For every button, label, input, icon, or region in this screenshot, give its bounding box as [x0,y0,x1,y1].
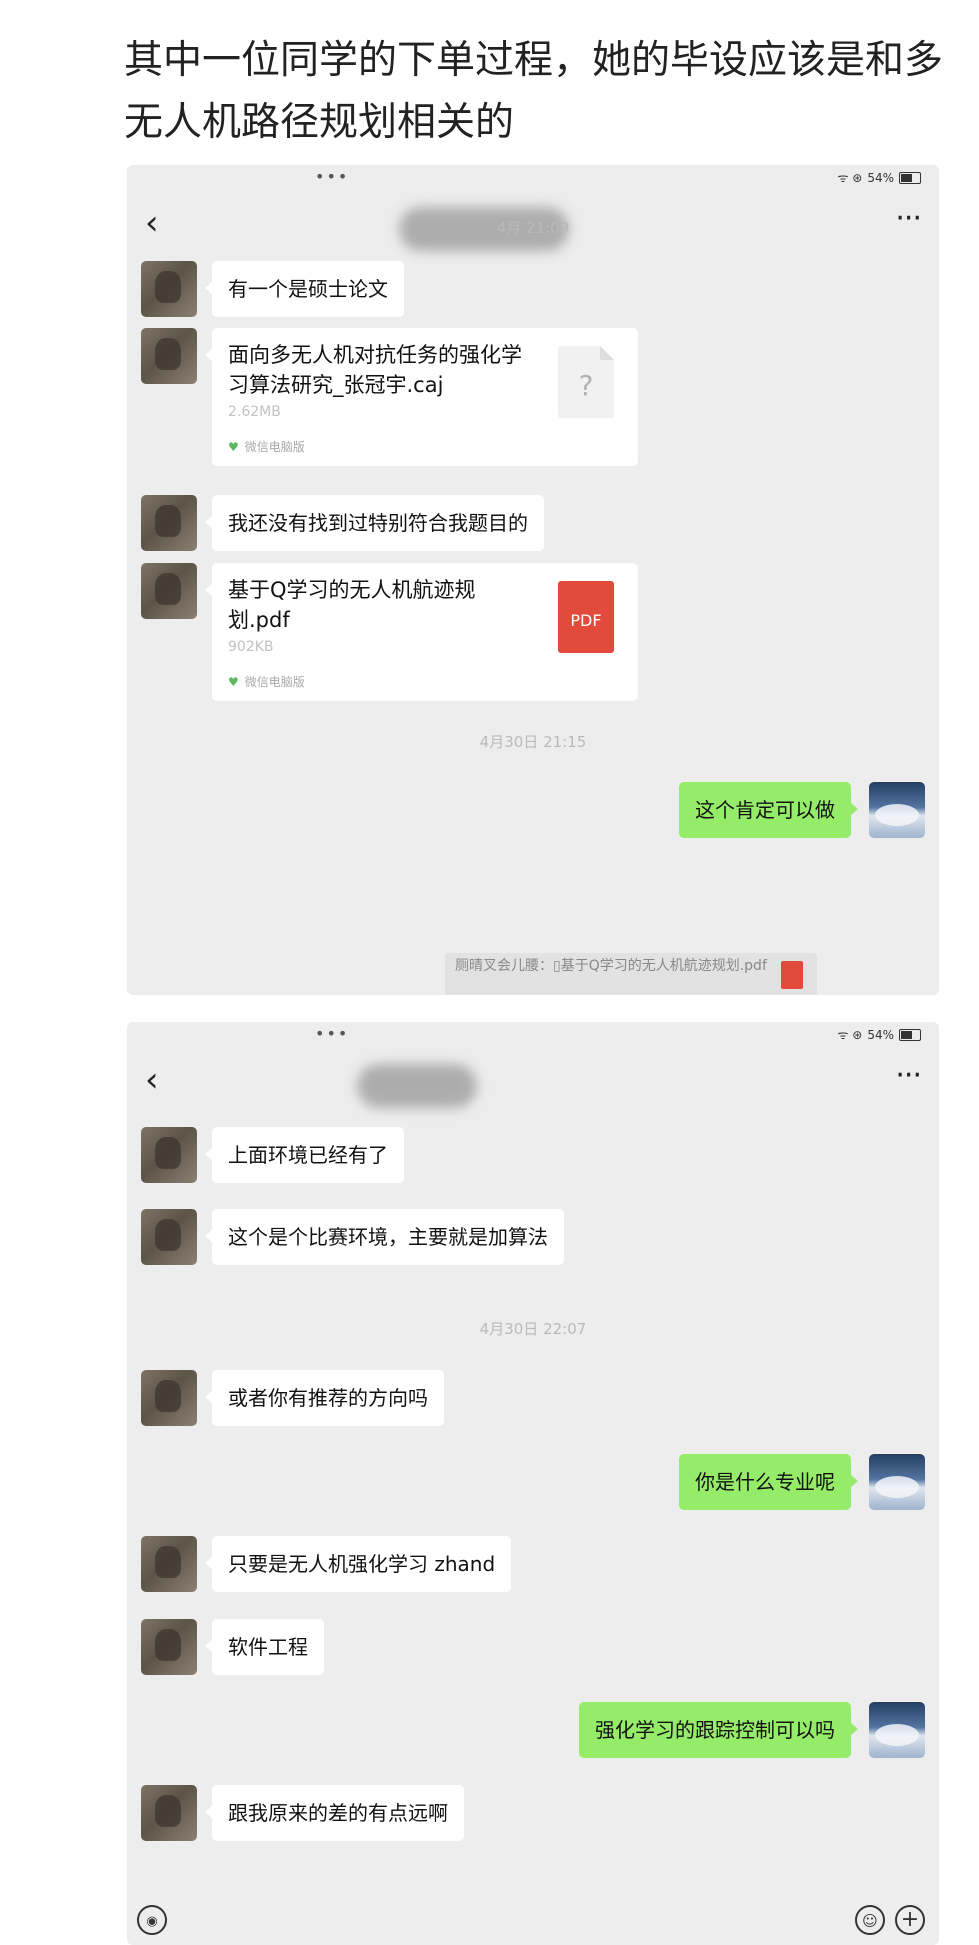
contact-avatar[interactable] [141,563,197,619]
contact-avatar[interactable] [141,1370,197,1426]
file-message-card[interactable]: 面向多无人机对抗任务的强化学习算法研究_张冠宇.caj 2.62MB ♥ 微信电脑… [205,328,638,466]
chat-timestamp: 4月30日 22:07 [479,1320,587,1338]
emoji-icon[interactable]: ☺ [855,1905,885,1935]
message-bubble-received[interactable]: 有一个是硕士论文 [205,261,404,317]
file-name: 面向多无人机对抗任务的强化学习算法研究_张冠宇.caj [228,343,522,397]
back-icon[interactable]: ‹ [145,1060,159,1100]
message-bubble-received[interactable]: 我还没有找到过特别符合我题目的 [205,495,544,551]
chat-screenshot-1: ••• ᯤ ⊛ 54% ‹ ··· 4月 21:09 有一个是硕士论文 面向多无… [127,165,939,995]
file-source-label: 微信电脑版 [244,675,305,689]
file-message-card[interactable]: 基于Q学习的无人机航迹规划.pdf 902KB ♥ 微信电脑版 PDF [205,563,638,701]
status-icons: ᯤ ⊛ 54% [837,1026,921,1043]
contact-avatar[interactable] [141,1209,197,1265]
more-options-icon[interactable]: ··· [895,1056,922,1096]
contact-avatar[interactable] [141,1619,197,1675]
my-avatar[interactable] [869,782,925,838]
chat-input-bar: ◉ ☺ + [127,1901,939,1945]
file-name: 基于Q学习的无人机航迹规划.pdf [228,578,476,632]
battery-level: 54% [867,170,894,185]
battery-icon [899,171,921,184]
post-title: 其中一位同学的下单过程，她的毕设应该是和多无人机路径规划相关的 [124,38,944,145]
my-avatar[interactable] [869,1454,925,1510]
file-source: ♥ 微信电脑版 [228,440,305,454]
chat-nav-bar: ‹ ··· [127,1052,939,1114]
status-dots: ••• [315,1024,350,1043]
contact-avatar[interactable] [141,1785,197,1841]
quoted-message[interactable]: 厕晴叉会儿腰：▯基于Q学习的无人机航迹规划.pdf [445,953,817,995]
contact-avatar[interactable] [141,328,197,384]
blurred-contact-name [357,1064,477,1108]
unknown-file-icon: ? [558,346,614,418]
chat-timestamp: 4月 21:09 [496,219,570,237]
quoted-text: 厕晴叉会儿腰：▯基于Q学习的无人机航迹规划.pdf [455,958,767,974]
message-bubble-received[interactable]: 软件工程 [205,1619,324,1675]
battery-icon [899,1028,921,1041]
contact-avatar[interactable] [141,261,197,317]
signal-icon: ᯤ ⊛ [837,1028,863,1042]
message-bubble-received[interactable]: 跟我原来的差的有点远啊 [205,1785,464,1841]
file-size: 902KB [228,639,274,655]
message-bubble-sent[interactable]: 这个肯定可以做 [679,782,858,838]
plus-icon[interactable]: + [895,1905,925,1935]
chat-timestamp: 4月30日 21:15 [479,733,587,751]
signal-icon: ᯤ ⊛ [837,171,863,185]
message-bubble-received[interactable]: 或者你有推荐的方向吗 [205,1370,444,1426]
message-bubble-sent[interactable]: 你是什么专业呢 [679,1454,858,1510]
contact-avatar[interactable] [141,495,197,551]
message-bubble-received[interactable]: 只要是无人机强化学习 zhand [204,1536,512,1592]
status-bar: ••• ᯤ ⊛ 54% [127,165,939,195]
message-bubble-received[interactable]: 这个是个比赛环境，主要就是加算法 [205,1209,564,1265]
file-source: ♥ 微信电脑版 [228,675,305,689]
chat-screenshot-2: ••• ᯤ ⊛ 54% ‹ ··· 上面环境已经有了 这个是个比赛环境，主要就是… [127,1022,939,1945]
file-source-label: 微信电脑版 [244,440,305,454]
contact-avatar[interactable] [141,1127,197,1183]
file-size: 2.62MB [228,404,281,420]
voice-input-icon[interactable]: ◉ [137,1905,167,1935]
message-bubble-sent[interactable]: 强化学习的跟踪控制可以吗 [579,1702,858,1758]
my-avatar[interactable] [869,1702,925,1758]
status-bar: ••• ᯤ ⊛ 54% [127,1022,939,1052]
contact-avatar[interactable] [141,1536,197,1592]
quoted-pdf-icon [781,961,803,989]
status-icons: ᯤ ⊛ 54% [837,169,921,186]
status-dots: ••• [315,167,350,186]
message-bubble-received[interactable]: 上面环境已经有了 [205,1127,404,1183]
battery-level: 54% [867,1027,894,1042]
pdf-icon: PDF [558,581,614,653]
